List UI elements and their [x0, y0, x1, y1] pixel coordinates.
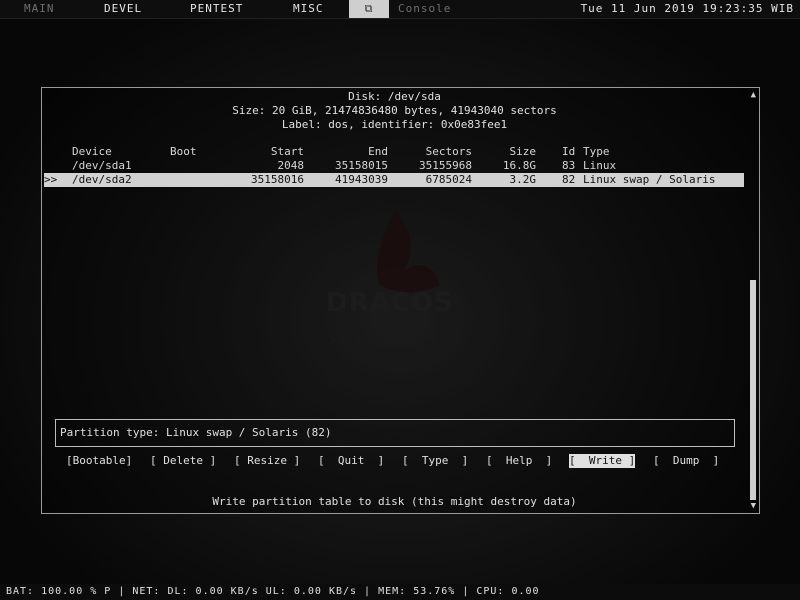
- type-button[interactable]: [ Type ]: [402, 454, 468, 468]
- row-size: 3.2G: [509, 173, 537, 186]
- table-row[interactable]: /dev/sda1 2048 35158015 35155968 16.8G 8…: [44, 159, 744, 173]
- table-row-selected[interactable]: >> /dev/sda2 35158016 41943039 6785024 3…: [44, 173, 744, 187]
- col-start: Start: [270, 145, 304, 158]
- row-marker: >>: [44, 173, 58, 186]
- workspace-main[interactable]: MAIN: [24, 0, 55, 18]
- row-device: /dev/sda1: [72, 159, 132, 172]
- col-device: Device: [72, 145, 112, 158]
- row-end: 35158015: [335, 159, 388, 172]
- row-sectors: 6785024: [425, 173, 472, 186]
- row-start: 2048: [277, 159, 305, 172]
- col-size: Size: [509, 145, 537, 158]
- workspace-misc[interactable]: MISC: [293, 0, 324, 18]
- bootable-button[interactable]: [Bootable]: [66, 454, 132, 468]
- dump-button[interactable]: [ Dump ]: [653, 454, 719, 468]
- top-bar: MAIN DEVEL PENTEST MISC ⧉ Console Tue 11…: [0, 0, 800, 19]
- col-boot: Boot: [170, 145, 197, 158]
- row-id: 83: [562, 159, 576, 172]
- window-icon[interactable]: ⧉: [349, 0, 389, 18]
- table-header: Device Boot Start End Sectors Size Id Ty…: [44, 145, 744, 159]
- row-device: /dev/sda2: [72, 173, 132, 186]
- col-end: End: [368, 145, 388, 158]
- quit-button[interactable]: [ Quit ]: [318, 454, 384, 468]
- cfdisk-window: Disk: /dev/sda Size: 20 GiB, 21474836480…: [41, 87, 760, 514]
- write-button[interactable]: [ Write ]: [569, 454, 636, 468]
- status-message: Write partition table to disk (this migh…: [212, 495, 577, 508]
- row-size: 16.8G: [502, 159, 536, 172]
- disk-size: Size: 20 GiB, 21474836480 bytes, 4194304…: [232, 104, 557, 117]
- col-type: Type: [583, 145, 610, 158]
- console-tab[interactable]: Console: [398, 0, 451, 18]
- disk-title: Disk: /dev/sda: [348, 90, 441, 103]
- col-id: Id: [562, 145, 576, 158]
- workspace-pentest[interactable]: PENTEST: [190, 0, 243, 18]
- row-type: Linux swap / Solaris: [583, 173, 716, 186]
- delete-button[interactable]: [ Delete ]: [150, 454, 216, 468]
- scroll-down-icon[interactable]: ▼: [751, 501, 756, 511]
- disk-label: Label: dos, identifier: 0x0e83fee1: [281, 118, 508, 131]
- row-sectors: 35155968: [419, 159, 472, 172]
- status-bar: BAT: 100.00 % P | NET: DL: 0.00 KB/s UL:…: [0, 584, 800, 600]
- col-sectors: Sectors: [425, 145, 472, 158]
- scroll-up-icon[interactable]: ▲: [751, 90, 756, 100]
- row-start: 35158016: [251, 173, 304, 186]
- scrollbar[interactable]: ▲ ▼: [749, 90, 757, 511]
- resize-button[interactable]: [ Resize ]: [234, 454, 300, 468]
- help-button[interactable]: [ Help ]: [486, 454, 552, 468]
- workspace-devel[interactable]: DEVEL: [104, 0, 142, 18]
- row-type: Linux: [583, 159, 617, 172]
- scroll-thumb[interactable]: [750, 280, 756, 500]
- partition-type-box: Partition type: Linux swap / Solaris (82…: [55, 419, 735, 447]
- clock: Tue 11 Jun 2019 19:23:35 WIB: [580, 2, 794, 15]
- partition-type-text: Partition type: Linux swap / Solaris (82…: [60, 426, 332, 439]
- row-end: 41943039: [335, 173, 388, 186]
- row-id: 82: [562, 173, 576, 186]
